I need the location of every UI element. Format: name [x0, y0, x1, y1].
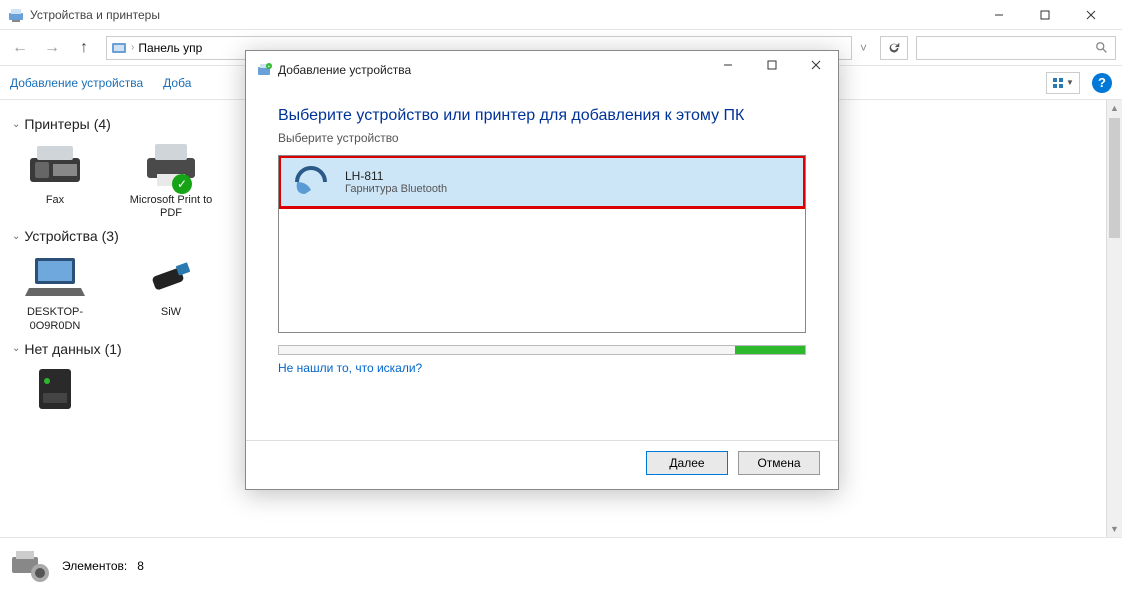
scroll-thumb[interactable] [1109, 118, 1120, 238]
scroll-down-icon[interactable]: ▼ [1107, 521, 1122, 537]
devices-printers-icon [8, 7, 24, 23]
search-icon [1095, 41, 1109, 55]
add-device-icon: + [256, 62, 272, 78]
status-count: 8 [137, 559, 144, 573]
item-label: SiW [161, 306, 181, 319]
chevron-down-icon: ⌄ [12, 119, 20, 130]
device-type: Гарнитура Bluetooth [345, 183, 447, 195]
titlebar: Устройства и принтеры [0, 0, 1122, 30]
dialog-minimize-button[interactable] [706, 51, 750, 79]
group-count: (3) [102, 228, 119, 244]
item-label: Fax [46, 194, 64, 207]
window-title: Устройства и принтеры [30, 8, 976, 22]
device-name: LH-811 [345, 169, 447, 183]
minimize-button[interactable] [976, 0, 1022, 30]
add-device-cmd[interactable]: Добавление устройства [10, 76, 143, 90]
devices-icon [10, 547, 52, 585]
usb-device-icon [141, 250, 201, 302]
maximize-button[interactable] [1022, 0, 1068, 30]
chevron-down-icon: ▼ [1066, 78, 1074, 87]
checkmark-icon: ✓ [172, 174, 192, 194]
dialog-subheading: Выберите устройство [278, 131, 806, 145]
device-item-siw[interactable]: SiW [128, 250, 214, 332]
group-label: Принтеры [24, 116, 89, 132]
svg-text:+: + [268, 64, 271, 70]
item-label: DESKTOP-0O9R0DN [12, 306, 98, 332]
progress-fill [735, 346, 805, 354]
statusbar: Элементов: 8 [0, 537, 1122, 593]
chevron-down-icon: ⌄ [12, 231, 20, 242]
dialog-maximize-button[interactable] [750, 51, 794, 79]
breadcrumb-dropdown[interactable]: ˅ [860, 41, 876, 55]
up-button[interactable]: ↑ [70, 34, 98, 62]
device-item-unknown[interactable] [12, 363, 98, 415]
item-label: Microsoft Print to PDF [128, 194, 214, 220]
dialog-title: Добавление устройства [278, 63, 411, 77]
device-list-item[interactable]: LH-811 Гарнитура Bluetooth [278, 155, 806, 209]
dialog-separator [246, 440, 838, 441]
scroll-up-icon[interactable]: ▲ [1107, 100, 1122, 116]
search-input[interactable] [916, 36, 1116, 60]
chevron-down-icon: ⌄ [12, 343, 20, 354]
dialog-heading: Выберите устройство или принтер для доба… [278, 107, 806, 125]
not-found-link[interactable]: Не нашли то, что искали? [278, 361, 422, 375]
bluetooth-headset-icon [291, 164, 333, 200]
control-panel-icon [111, 40, 127, 56]
printer-icon [141, 138, 201, 190]
help-button[interactable]: ? [1092, 73, 1112, 93]
chevron-right-icon: › [131, 42, 134, 53]
group-count: (1) [105, 341, 122, 357]
group-label: Нет данных [24, 341, 100, 357]
forward-button[interactable]: → [38, 34, 66, 62]
group-count: (4) [94, 116, 111, 132]
scrollbar[interactable]: ▲ ▼ [1106, 100, 1122, 537]
device-item-mspdf[interactable]: ✓ Microsoft Print to PDF [128, 138, 214, 220]
dialog-close-button[interactable] [794, 51, 838, 79]
close-button[interactable] [1068, 0, 1114, 30]
add-printer-cmd[interactable]: Доба [163, 76, 191, 90]
status-label: Элементов: [62, 559, 127, 573]
cancel-button[interactable]: Отмена [738, 451, 820, 475]
add-device-dialog: + Добавление устройства Выберите устройс… [245, 50, 839, 490]
laptop-icon [25, 250, 85, 302]
breadcrumb-seg[interactable]: Панель упр [138, 41, 202, 55]
back-button[interactable]: ← [6, 34, 34, 62]
fax-icon [25, 138, 85, 190]
refresh-button[interactable] [880, 36, 908, 60]
unknown-device-icon [25, 363, 85, 415]
device-list: LH-811 Гарнитура Bluetooth [278, 155, 806, 333]
next-button[interactable]: Далее [646, 451, 728, 475]
progress-bar [278, 345, 806, 355]
view-button[interactable]: ▼ [1046, 72, 1080, 94]
device-item-fax[interactable]: Fax [12, 138, 98, 220]
group-label: Устройства [24, 228, 97, 244]
device-item-desktop[interactable]: DESKTOP-0O9R0DN [12, 250, 98, 332]
